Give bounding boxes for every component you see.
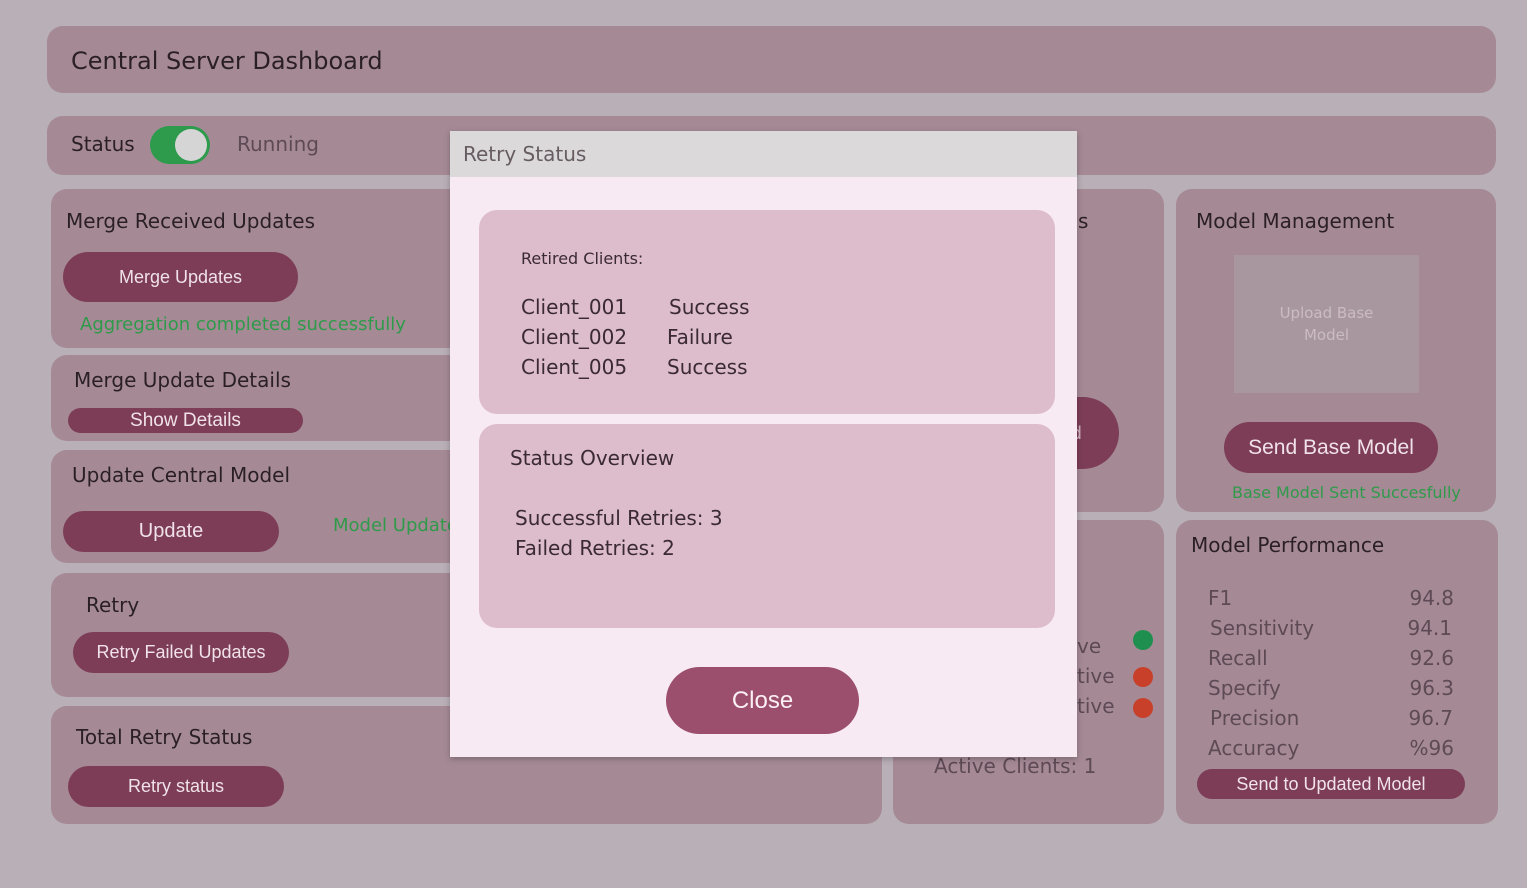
client-row-3-status-dot <box>1133 698 1153 718</box>
metric-name: Accuracy <box>1208 736 1300 760</box>
retired-clients-label: Retired Clients: <box>521 249 644 268</box>
aggregation-message: Aggregation completed successfully <box>80 314 406 335</box>
modal-title: Retry Status <box>463 142 587 166</box>
metric-row-precision: Precision 96.7 <box>1210 706 1453 736</box>
metric-value: 96.3 <box>1409 676 1454 700</box>
update-central-title: Update Central Model <box>72 463 291 487</box>
metric-name: Sensitivity <box>1210 616 1315 640</box>
metric-row-f1: F1 94.8 <box>1208 586 1454 616</box>
modal-title-bar: Retry Status <box>450 131 1077 177</box>
merge-updates-button[interactable]: Merge Updates <box>63 252 298 302</box>
metric-value: 96.7 <box>1408 706 1453 730</box>
model-update-message: Model Update <box>333 515 458 536</box>
metric-value: 94.1 <box>1407 616 1452 640</box>
client-status-2: Failure <box>667 325 733 349</box>
total-retry-title: Total Retry Status <box>76 725 253 749</box>
update-button[interactable]: Update <box>63 511 279 552</box>
metric-name: F1 <box>1208 586 1233 610</box>
metric-name: Precision <box>1210 706 1300 730</box>
failed-retries: Failed Retries: 2 <box>515 536 675 560</box>
upload-base-model-dropzone[interactable]: Upload Base Model <box>1234 255 1419 393</box>
close-button[interactable]: Close <box>666 667 859 734</box>
retry-status-button[interactable]: Retry status <box>68 766 284 807</box>
model-management-title: Model Management <box>1196 209 1395 233</box>
merge-details-title: Merge Update Details <box>74 368 291 392</box>
metric-row-specify: Specify 96.3 <box>1208 676 1454 706</box>
status-state-text: Running <box>237 132 319 156</box>
client-row-1-status-dot <box>1133 630 1153 650</box>
client-row-3-fragment: tive <box>1077 694 1115 718</box>
send-base-model-button[interactable]: Send Base Model <box>1224 422 1438 473</box>
server-status-toggle[interactable] <box>150 126 210 164</box>
upload-line-1: Upload Base <box>1279 304 1374 322</box>
metric-value: 94.8 <box>1409 586 1454 610</box>
metric-value: 92.6 <box>1409 646 1454 670</box>
client-row-2-fragment: tive <box>1077 664 1115 688</box>
client-row-2-status-dot <box>1133 667 1153 687</box>
client-id-3: Client_005 <box>521 355 628 379</box>
successful-retries: Successful Retries: 3 <box>515 506 723 530</box>
upload-line-2: Model <box>1303 326 1350 344</box>
client-row-1-fragment: ve <box>1077 634 1102 658</box>
client-status-1: Success <box>669 295 750 319</box>
client-status-3: Success <box>667 355 748 379</box>
retry-title: Retry <box>86 593 140 617</box>
status-label: Status <box>71 132 135 156</box>
metric-name: Recall <box>1208 646 1268 670</box>
model-performance-title: Model Performance <box>1191 533 1385 557</box>
client-id-2: Client_002 <box>521 325 628 349</box>
client-id-1: Client_001 <box>521 295 628 319</box>
send-to-updated-model-button[interactable]: Send to Updated Model <box>1197 769 1465 799</box>
status-overview-title: Status Overview <box>510 446 675 470</box>
retry-status-modal: Retry Status Retired Clients: Client_001… <box>450 131 1077 757</box>
metric-row-recall: Recall 92.6 <box>1208 646 1454 676</box>
header-bar: Central Server Dashboard <box>47 26 1496 93</box>
merge-received-title: Merge Received Updates <box>66 209 315 233</box>
metric-row-sensitivity: Sensitivity 94.1 <box>1210 616 1452 646</box>
base-model-sent-message: Base Model Sent Succesfully <box>1232 483 1461 502</box>
status-overview-card: Status Overview Successful Retries: 3 Fa… <box>479 424 1055 628</box>
metric-value: %96 <box>1409 736 1454 760</box>
show-details-button[interactable]: Show Details <box>68 408 303 433</box>
page-title: Central Server Dashboard <box>71 47 383 75</box>
retired-clients-card: Retired Clients: Client_001 Success Clie… <box>479 210 1055 414</box>
client-updates-title-fragment: s <box>1078 209 1089 233</box>
metric-name: Specify <box>1208 676 1281 700</box>
toggle-knob <box>175 129 207 161</box>
active-clients-count: Active Clients: 1 <box>934 754 1097 778</box>
retry-failed-updates-button[interactable]: Retry Failed Updates <box>73 632 289 673</box>
metric-row-accuracy: Accuracy %96 <box>1208 736 1454 766</box>
